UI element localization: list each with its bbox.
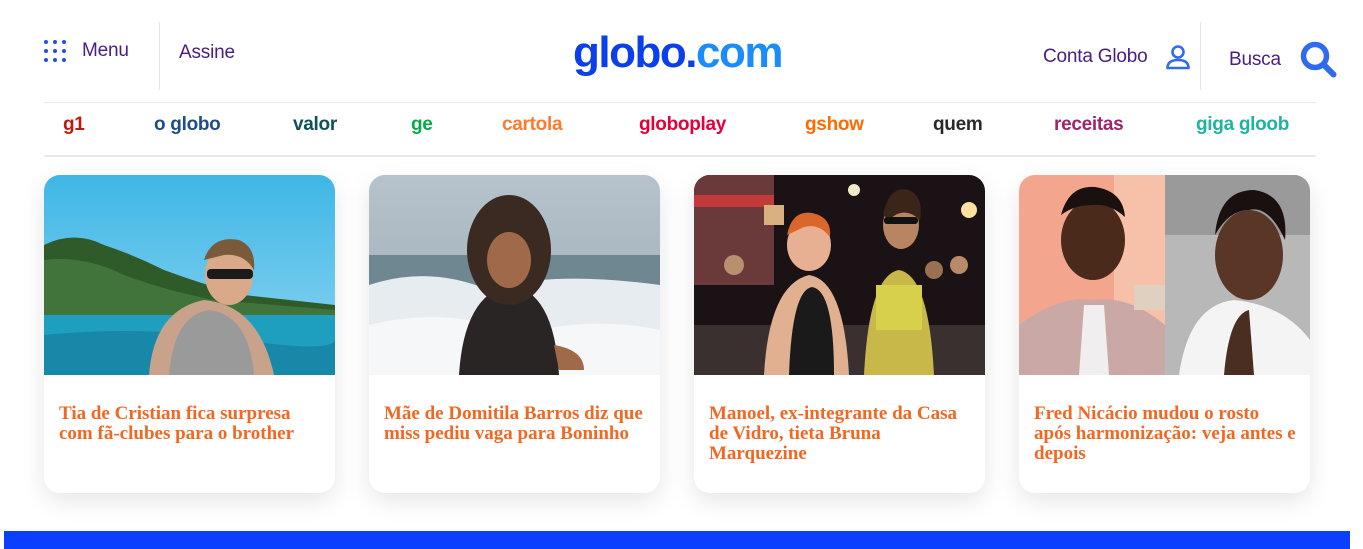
news-card-title: Fred Nicácio mudou o rosto após harmoniz… bbox=[1034, 403, 1296, 464]
header-divider bbox=[159, 22, 160, 90]
nav-item-ge[interactable]: ge bbox=[411, 114, 433, 136]
search-button[interactable]: Busca bbox=[1229, 40, 1339, 80]
search-icon bbox=[1300, 41, 1337, 78]
news-card-image bbox=[369, 175, 660, 375]
nav-item-valor[interactable]: valor bbox=[293, 114, 337, 136]
nav-item-receitas[interactable]: receitas bbox=[1054, 114, 1124, 136]
site-header: Menu Assine globo.com Conta Globo Busca bbox=[44, 22, 1337, 90]
nav-item-cartola[interactable]: cartola bbox=[502, 114, 563, 136]
menu-label: Menu bbox=[82, 40, 129, 61]
grid-dots-icon bbox=[44, 40, 66, 62]
menu-button[interactable]: Menu bbox=[44, 40, 129, 62]
search-label: Busca bbox=[1229, 49, 1281, 70]
header-divider-line bbox=[44, 102, 1316, 103]
assine-link[interactable]: Assine bbox=[179, 42, 235, 64]
news-card-image bbox=[44, 175, 335, 375]
globo-logo[interactable]: globo.com bbox=[573, 28, 783, 78]
header-divider bbox=[1200, 22, 1201, 90]
news-card-title: Mãe de Domitila Barros diz que miss pedi… bbox=[384, 403, 643, 444]
nav-divider-line bbox=[44, 155, 1316, 157]
nav-item-o-globo[interactable]: o globo bbox=[154, 114, 221, 136]
news-card-title: Manoel, ex-integrante da Casa de Vidro, … bbox=[709, 403, 958, 464]
brand-nav: g1 o globo valor ge cartola globoplay gs… bbox=[44, 114, 1316, 144]
news-card-title: Tia de Cristian fica surpresa com fã-clu… bbox=[59, 403, 295, 444]
news-card-image bbox=[1019, 175, 1310, 375]
logo-part-globo: globo bbox=[573, 28, 687, 77]
account-button[interactable]: Conta Globo bbox=[1043, 44, 1191, 70]
news-card[interactable]: Fred Nicácio mudou o rosto após harmoniz… bbox=[1019, 175, 1310, 493]
nav-item-giga-gloob[interactable]: giga gloob bbox=[1196, 114, 1289, 136]
logo-dot: . bbox=[685, 28, 697, 77]
nav-item-g1[interactable]: g1 bbox=[63, 114, 85, 136]
nav-item-gshow[interactable]: gshow bbox=[805, 114, 864, 136]
nav-item-quem[interactable]: quem bbox=[933, 114, 983, 136]
news-card[interactable]: Manoel, ex-integrante da Casa de Vidro, … bbox=[694, 175, 985, 493]
news-card-image bbox=[694, 175, 985, 375]
news-card[interactable]: Tia de Cristian fica surpresa com fã-clu… bbox=[44, 175, 335, 493]
nav-item-globoplay[interactable]: globoplay bbox=[639, 114, 726, 136]
user-icon bbox=[1166, 45, 1191, 70]
account-label: Conta Globo bbox=[1043, 46, 1148, 67]
footer-accent-bar bbox=[4, 531, 1350, 549]
news-card[interactable]: Mãe de Domitila Barros diz que miss pedi… bbox=[369, 175, 660, 493]
logo-part-com: com bbox=[695, 28, 783, 77]
